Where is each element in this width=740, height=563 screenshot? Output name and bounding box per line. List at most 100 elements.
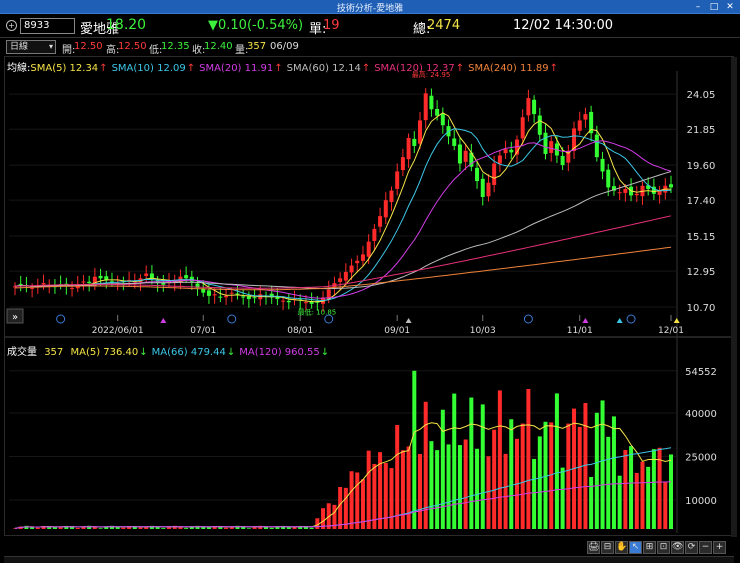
volume-bar bbox=[537, 436, 542, 529]
view-icon[interactable]: 👁 bbox=[671, 541, 684, 554]
zoom-out-icon[interactable]: − bbox=[699, 541, 712, 554]
volume-bar bbox=[480, 404, 485, 529]
candle-body bbox=[480, 178, 485, 197]
pan-icon[interactable]: ✋ bbox=[615, 541, 628, 554]
candle-body bbox=[87, 281, 92, 284]
candle-body bbox=[229, 292, 234, 294]
close-value: 12.40 bbox=[204, 41, 233, 52]
candle-body bbox=[583, 114, 588, 120]
volume-bar bbox=[509, 419, 514, 529]
high-value: 12.50 bbox=[118, 41, 147, 52]
candle-body bbox=[395, 171, 400, 189]
x-tick-label: 12/01 bbox=[658, 326, 684, 336]
sma-120-line bbox=[14, 215, 672, 289]
period-value: 日線 bbox=[10, 42, 29, 52]
table-icon[interactable]: ⊟ bbox=[601, 541, 614, 554]
ohlc-date: 06/09 bbox=[270, 41, 299, 52]
y-tick-label: 12.95 bbox=[687, 267, 716, 278]
close-icon[interactable]: ✕ bbox=[722, 1, 738, 13]
candle-body bbox=[252, 297, 257, 299]
volume-bar bbox=[446, 444, 451, 529]
period-select[interactable]: 日線 ▾ bbox=[6, 40, 56, 54]
candle-body bbox=[206, 290, 211, 296]
window-icon[interactable]: ⊡ bbox=[657, 541, 670, 554]
zoom-in-icon[interactable]: + bbox=[713, 541, 726, 554]
volume-bar bbox=[184, 528, 189, 529]
print-icon[interactable]: 🖨 bbox=[587, 541, 600, 554]
signal-triangle bbox=[616, 318, 623, 323]
candle-body bbox=[149, 273, 154, 279]
stock-code-input[interactable]: 8933 bbox=[20, 18, 75, 34]
volume-bar bbox=[634, 472, 639, 529]
volume-bar bbox=[418, 453, 423, 529]
volume-bar bbox=[526, 389, 531, 529]
pointer-icon[interactable]: ↖ bbox=[629, 541, 642, 554]
volume-bar bbox=[406, 446, 411, 529]
minimize-icon[interactable]: – bbox=[690, 1, 706, 13]
price-change: ▼0.10(-0.54%) bbox=[208, 18, 304, 33]
candle-body bbox=[246, 296, 251, 300]
volume-bar bbox=[463, 439, 468, 529]
maximize-icon[interactable]: □ bbox=[706, 1, 722, 13]
volume-bar bbox=[606, 436, 611, 529]
volume-bar bbox=[395, 425, 400, 529]
volume-bar bbox=[492, 429, 497, 529]
x-tick-label: 09/01 bbox=[384, 326, 410, 336]
refresh-icon[interactable]: ⟳ bbox=[685, 541, 698, 554]
quote-datetime: 12/02 14:30:00 bbox=[513, 18, 613, 33]
volume-bar bbox=[75, 527, 80, 529]
volume-bar bbox=[58, 527, 63, 529]
candle-body bbox=[104, 276, 109, 280]
candle-body bbox=[70, 287, 75, 289]
chart-panel[interactable]: 均線:SMA(5) 12.34↑ SMA(10) 12.09↑ SMA(20) 11… bbox=[4, 56, 737, 537]
candle-body bbox=[144, 273, 149, 276]
signal-triangle bbox=[673, 318, 680, 323]
volume-tick-label: 54552 bbox=[685, 367, 717, 378]
volume-tick-label: 25000 bbox=[685, 453, 717, 464]
volume-bar bbox=[292, 527, 297, 529]
candle-body bbox=[429, 95, 434, 110]
candle-body bbox=[606, 169, 611, 188]
candle-body bbox=[18, 283, 23, 285]
volume-bar bbox=[669, 454, 673, 529]
volume-bar bbox=[611, 416, 616, 529]
candle-body bbox=[560, 155, 565, 166]
candle-body bbox=[286, 300, 291, 303]
volume-bar bbox=[469, 397, 474, 529]
volume-bar bbox=[577, 426, 582, 529]
event-marker bbox=[56, 314, 66, 324]
candle-body bbox=[532, 99, 537, 115]
candle-body bbox=[383, 200, 388, 218]
price-volume-chart[interactable]: 24.05 21.85 19.60 17.40 15.15 12.95 10.70 2022/… bbox=[5, 57, 735, 537]
candle-body bbox=[497, 155, 502, 164]
volume-bar bbox=[457, 445, 462, 529]
candle-body bbox=[98, 275, 103, 279]
candle-body bbox=[520, 117, 525, 139]
high-annotation: 最高: 24.95 bbox=[412, 70, 451, 79]
candle-body bbox=[543, 132, 548, 154]
volume-bar bbox=[663, 482, 668, 529]
signal-triangle bbox=[405, 318, 412, 323]
candle-body bbox=[372, 228, 377, 241]
add-symbol-icon[interactable]: + bbox=[6, 20, 17, 31]
candle-body bbox=[218, 296, 223, 298]
volume-bar bbox=[623, 450, 628, 529]
candle-body bbox=[452, 138, 457, 146]
candle-body bbox=[623, 189, 628, 193]
candle-body bbox=[400, 157, 405, 171]
volume-bar bbox=[144, 527, 149, 529]
volume-bar bbox=[566, 423, 571, 529]
volume-bar bbox=[383, 462, 388, 529]
sma-20-line bbox=[14, 140, 672, 299]
horizontal-scrollbar[interactable] bbox=[4, 556, 734, 563]
candle-body bbox=[235, 293, 240, 295]
event-marker bbox=[523, 314, 533, 324]
volume-tick-label: 10000 bbox=[685, 496, 717, 507]
y-tick-label: 10.70 bbox=[687, 303, 716, 314]
grid-icon[interactable]: ⊞ bbox=[643, 541, 656, 554]
volume-bar bbox=[640, 461, 645, 529]
volume-bar bbox=[532, 458, 537, 529]
volume-bar bbox=[600, 400, 605, 529]
x-tick-label: 11/01 bbox=[567, 326, 593, 336]
volume-bar bbox=[161, 528, 166, 529]
